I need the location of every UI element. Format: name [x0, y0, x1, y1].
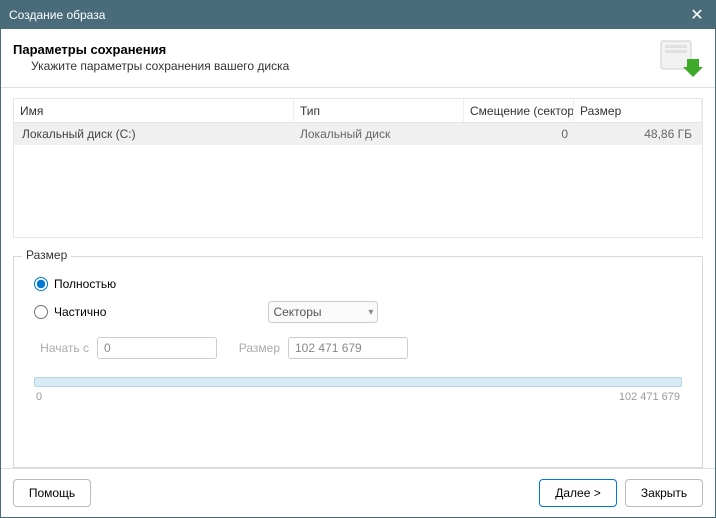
range-min: 0 — [36, 391, 42, 403]
cell-name: Локальный диск (C:) — [14, 127, 294, 141]
cell-type: Локальный диск — [294, 127, 464, 141]
footer: Помощь Далее > Закрыть — [1, 468, 715, 517]
radio-full[interactable] — [34, 277, 48, 291]
help-button[interactable]: Помощь — [13, 479, 91, 507]
unit-select[interactable]: Секторы ▾ — [268, 301, 378, 323]
column-type[interactable]: Тип — [294, 99, 464, 122]
disk-save-icon — [655, 37, 703, 77]
size-label: Размер — [225, 341, 280, 355]
table-header: Имя Тип Смещение (сектор... Размер — [14, 99, 702, 123]
next-button[interactable]: Далее > — [539, 479, 617, 507]
column-name[interactable]: Имя — [14, 99, 294, 122]
table-row[interactable]: Локальный диск (C:) Локальный диск 0 48,… — [14, 123, 702, 145]
close-icon[interactable]: ✕ — [679, 1, 715, 29]
column-size[interactable]: Размер — [574, 99, 702, 122]
window-title: Создание образа — [9, 8, 679, 22]
unit-value: Секторы — [273, 305, 321, 319]
size-group: Размер Полностью Частично Секторы ▾ Нача… — [13, 256, 703, 468]
radio-full-label: Полностью — [54, 277, 116, 291]
start-input[interactable] — [97, 337, 217, 359]
size-input[interactable] — [288, 337, 408, 359]
close-button[interactable]: Закрыть — [625, 479, 703, 507]
chevron-down-icon: ▾ — [368, 307, 373, 318]
radio-partial[interactable] — [34, 305, 48, 319]
radio-partial-row[interactable]: Частично — [34, 305, 106, 319]
cell-offset: 0 — [464, 127, 574, 141]
range-max: 102 471 679 — [619, 391, 680, 403]
cell-size: 48,86 ГБ — [574, 127, 702, 141]
size-legend: Размер — [22, 248, 71, 262]
radio-partial-label: Частично — [54, 305, 106, 319]
range-slider[interactable] — [34, 377, 682, 387]
disk-table: Имя Тип Смещение (сектор... Размер Локал… — [13, 98, 703, 238]
page-subtitle: Укажите параметры сохранения вашего диск… — [13, 59, 655, 73]
start-label: Начать с — [34, 341, 89, 355]
page-title: Параметры сохранения — [13, 42, 655, 57]
wizard-header: Параметры сохранения Укажите параметры с… — [1, 29, 715, 88]
column-offset[interactable]: Смещение (сектор... — [464, 99, 574, 122]
radio-full-row[interactable]: Полностью — [34, 277, 682, 291]
titlebar: Создание образа ✕ — [1, 1, 715, 29]
